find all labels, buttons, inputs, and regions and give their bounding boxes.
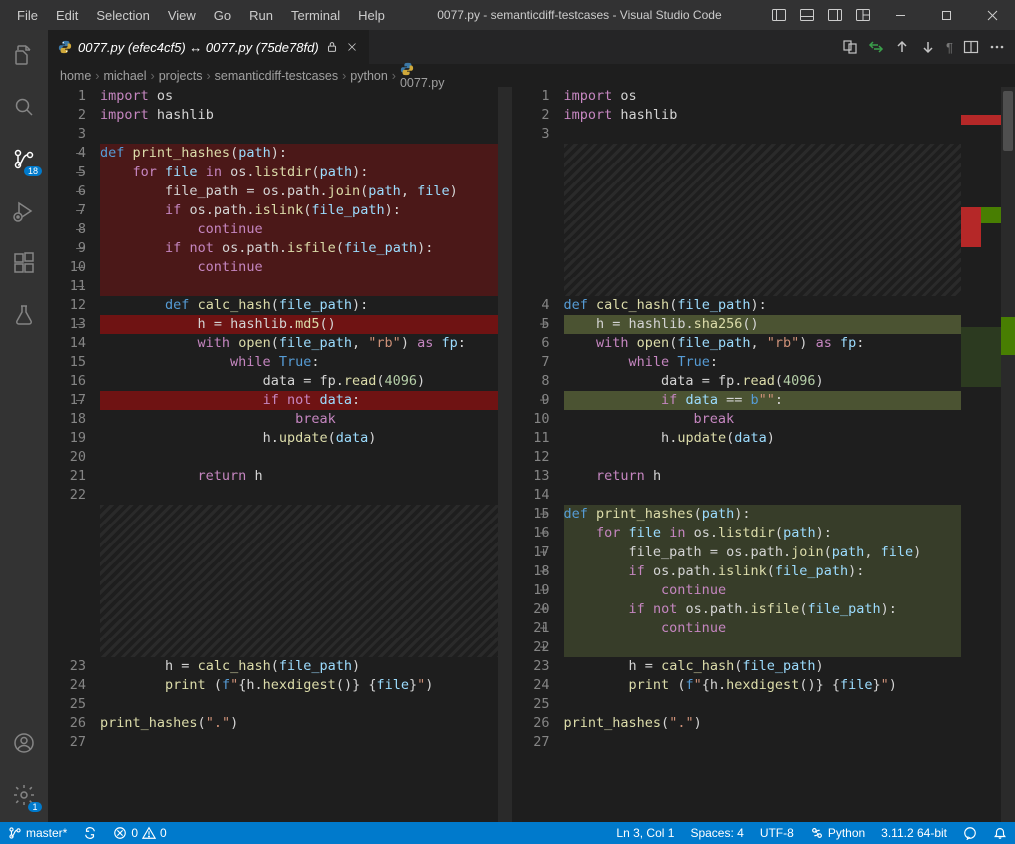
titlebar: FileEditSelectionViewGoRunTerminalHelp 0… <box>0 0 1015 30</box>
python-file-icon <box>58 40 72 54</box>
accounts-icon[interactable] <box>0 724 48 762</box>
breadcrumb-sep: › <box>392 69 396 83</box>
status-cursor[interactable]: Ln 3, Col 1 <box>608 822 682 844</box>
explorer-icon[interactable] <box>0 36 48 74</box>
status-errors: 0 <box>131 826 138 840</box>
close-tab-icon[interactable] <box>345 40 359 54</box>
source-control-icon[interactable]: 18 <box>0 140 48 178</box>
status-language[interactable]: Python <box>802 822 873 844</box>
debug-icon[interactable] <box>0 192 48 230</box>
breadcrumb-sep: › <box>151 69 155 83</box>
diff-right-pane[interactable]: 12345+6789+101112131415+16+17+18+19+20+2… <box>512 87 962 822</box>
status-feedback-icon[interactable] <box>955 822 985 844</box>
breadcrumb-item[interactable]: home <box>60 69 91 83</box>
menu-bar: FileEditSelectionViewGoRunTerminalHelp <box>8 4 394 27</box>
breadcrumb-item[interactable]: michael <box>103 69 146 83</box>
tab-actions: ¶ <box>832 30 1015 64</box>
whitespace-icon[interactable]: ¶ <box>946 40 953 55</box>
status-encoding[interactable]: UTF-8 <box>752 822 802 844</box>
window-title: 0077.py - semanticdiff-testcases - Visua… <box>394 8 765 22</box>
minimize-button[interactable] <box>877 0 923 30</box>
panel-bottom-icon[interactable] <box>793 0 821 30</box>
panel-left-icon[interactable] <box>765 0 793 30</box>
breadcrumb-item[interactable]: python <box>350 69 388 83</box>
swap-icon[interactable] <box>868 39 884 55</box>
status-bar: master* 0 0 Ln 3, Col 1 Spaces: 4 UTF-8 … <box>0 822 1015 844</box>
extensions-icon[interactable] <box>0 244 48 282</box>
next-change-icon[interactable] <box>920 39 936 55</box>
prev-change-icon[interactable] <box>894 39 910 55</box>
testing-icon[interactable] <box>0 296 48 334</box>
breadcrumb-sep: › <box>95 69 99 83</box>
status-pyver[interactable]: 3.11.2 64-bit <box>873 822 955 844</box>
breadcrumb-sep: › <box>342 69 346 83</box>
layout-grid-icon[interactable] <box>849 0 877 30</box>
breadcrumbs[interactable]: home›michael›projects›semanticdiff-testc… <box>48 65 1015 87</box>
settings-icon[interactable]: 1 <box>0 776 48 814</box>
maximize-button[interactable] <box>923 0 969 30</box>
activity-bar: 18 1 <box>0 30 48 822</box>
breadcrumb-sep: › <box>206 69 210 83</box>
menu-selection[interactable]: Selection <box>87 4 158 27</box>
diff-left-pane[interactable]: 1234–5–6–7–8–9–10–11–1213–14151617–18192… <box>48 87 498 822</box>
more-actions-icon[interactable] <box>989 39 1005 55</box>
search-icon[interactable] <box>0 88 48 126</box>
menu-help[interactable]: Help <box>349 4 394 27</box>
status-branch[interactable]: master* <box>0 822 75 844</box>
tab-label: 0077.py (efec4cf5) ↔ 0077.py (75de78fd) <box>78 40 319 55</box>
menu-file[interactable]: File <box>8 4 47 27</box>
vertical-scrollbar[interactable] <box>1001 87 1015 822</box>
scm-badge: 18 <box>24 166 42 176</box>
menu-view[interactable]: View <box>159 4 205 27</box>
status-branch-text: master* <box>26 826 67 840</box>
breadcrumb-item[interactable]: 0077.py <box>400 62 444 90</box>
menu-run[interactable]: Run <box>240 4 282 27</box>
breadcrumb-item[interactable]: semanticdiff-testcases <box>215 69 338 83</box>
panel-right-icon[interactable] <box>821 0 849 30</box>
minimap[interactable] <box>961 87 1001 822</box>
status-warnings: 0 <box>160 826 167 840</box>
close-window-button[interactable] <box>969 0 1015 30</box>
status-bell-icon[interactable] <box>985 822 1015 844</box>
tab-diff[interactable]: 0077.py (efec4cf5) ↔ 0077.py (75de78fd) <box>48 30 370 64</box>
readonly-icon <box>325 40 339 54</box>
menu-edit[interactable]: Edit <box>47 4 87 27</box>
layout-icons <box>765 0 877 30</box>
menu-go[interactable]: Go <box>205 4 240 27</box>
settings-badge: 1 <box>28 802 42 812</box>
status-spaces[interactable]: Spaces: 4 <box>682 822 751 844</box>
center-scrollbar[interactable] <box>498 87 512 822</box>
breadcrumb-item[interactable]: projects <box>159 69 203 83</box>
tab-bar: 0077.py (efec4cf5) ↔ 0077.py (75de78fd) … <box>48 30 1015 65</box>
status-language-text: Python <box>828 826 865 840</box>
status-sync[interactable] <box>75 822 105 844</box>
menu-terminal[interactable]: Terminal <box>282 4 349 27</box>
status-problems[interactable]: 0 0 <box>105 822 174 844</box>
compare-file-icon[interactable] <box>842 39 858 55</box>
split-editor-icon[interactable] <box>963 39 979 55</box>
